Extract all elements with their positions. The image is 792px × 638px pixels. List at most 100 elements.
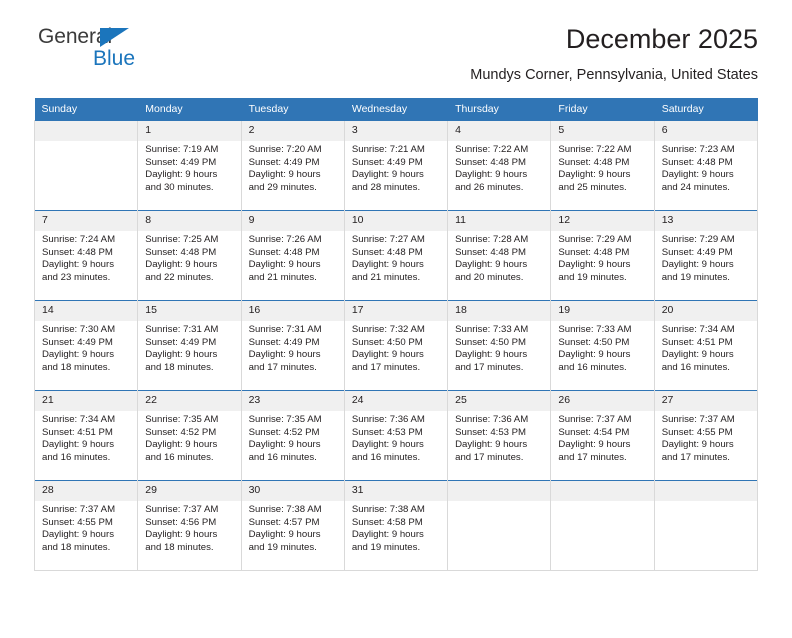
day-number: 3 — [344, 121, 448, 141]
day-number: 5 — [551, 121, 654, 141]
daylight-text-line2: and 19 minutes. — [248, 541, 317, 553]
sunrise-text: Sunrise: 7:33 AM — [455, 324, 529, 335]
sunset-text: Sunset: 4:48 PM — [42, 246, 113, 258]
sunset-text: Sunset: 4:54 PM — [558, 426, 630, 438]
calendar-day-cell[interactable]: 21 Sunrise: 7:34 AM Sunset: 4:51 PM Dayligh… — [33, 390, 139, 481]
day-sun-info: Sunrise: 7:30 AM Sunset: 4:49 PM Daylight:… — [35, 321, 137, 374]
day-number: 28 — [35, 481, 138, 501]
daylight-text-line1: Daylight: 9 hours — [145, 439, 218, 451]
calendar-cell-empty — [550, 480, 655, 571]
sunset-text: Sunset: 4:49 PM — [248, 336, 320, 348]
day-sun-info: Sunrise: 7:21 AM Sunset: 4:49 PM Daylight:… — [345, 141, 447, 194]
calendar-day-cell[interactable]: 26 Sunrise: 7:37 AM Sunset: 4:54 PM Dayligh… — [550, 390, 655, 481]
calendar-body: 1 Sunrise: 7:19 AM Sunset: 4:49 PM Daylight… — [33, 120, 759, 571]
sunset-text: Sunset: 4:49 PM — [661, 246, 733, 258]
day-sun-info: Sunrise: 7:19 AM Sunset: 4:49 PM Daylight:… — [138, 141, 240, 194]
daylight-text-line1: Daylight: 9 hours — [558, 259, 631, 271]
calendar-day-cell[interactable]: 28 Sunrise: 7:37 AM Sunset: 4:55 PM Dayligh… — [33, 480, 139, 571]
sunrise-text: Sunrise: 7:23 AM — [661, 144, 735, 155]
daylight-text-line2: and 19 minutes. — [351, 541, 421, 553]
daylight-text-line2: and 16 minutes. — [42, 451, 111, 463]
sunrise-text: Sunrise: 7:34 AM — [42, 414, 116, 425]
daylight-text-line2: and 22 minutes. — [145, 271, 214, 283]
sunrise-text: Sunrise: 7:30 AM — [42, 324, 116, 335]
calendar-day-cell[interactable]: 17 Sunrise: 7:32 AM Sunset: 4:50 PM Dayligh… — [343, 300, 449, 391]
day-number: 4 — [448, 121, 551, 141]
daylight-text-line2: and 29 minutes. — [248, 181, 317, 193]
sunset-text: Sunset: 4:52 PM — [248, 426, 320, 438]
calendar-day-cell[interactable]: 18 Sunrise: 7:33 AM Sunset: 4:50 PM Dayligh… — [447, 300, 552, 391]
sunrise-text: Sunrise: 7:31 AM — [145, 324, 219, 335]
calendar-day-cell[interactable]: 29 Sunrise: 7:37 AM Sunset: 4:56 PM Dayligh… — [137, 480, 242, 571]
sunrise-text: Sunrise: 7:38 AM — [351, 504, 425, 515]
day-sun-info: Sunrise: 7:38 AM Sunset: 4:58 PM Daylight:… — [345, 501, 447, 554]
daylight-text-line2: and 16 minutes. — [351, 451, 421, 463]
calendar-cell-empty — [33, 120, 139, 211]
sunrise-text: Sunrise: 7:19 AM — [145, 144, 219, 155]
calendar-page: General Blue December 2025 Mundys Corner… — [0, 24, 792, 638]
day-number: 18 — [448, 301, 551, 321]
daylight-text-line1: Daylight: 9 hours — [42, 529, 114, 541]
calendar-day-cell[interactable]: 6 Sunrise: 7:23 AM Sunset: 4:48 PM Daylight… — [653, 120, 759, 211]
calendar-day-cell[interactable]: 1 Sunrise: 7:19 AM Sunset: 4:49 PM Daylight… — [137, 120, 242, 211]
calendar-week-row: 14 Sunrise: 7:30 AM Sunset: 4:49 PM Dayligh… — [33, 300, 759, 391]
calendar-day-cell[interactable]: 23 Sunrise: 7:35 AM Sunset: 4:52 PM Dayligh… — [240, 390, 345, 481]
calendar-day-cell[interactable]: 25 Sunrise: 7:36 AM Sunset: 4:53 PM Dayligh… — [447, 390, 552, 481]
calendar-day-cell[interactable]: 13 Sunrise: 7:29 AM Sunset: 4:49 PM Dayligh… — [653, 210, 759, 301]
day-sun-info: Sunrise: 7:31 AM Sunset: 4:49 PM Daylight:… — [242, 321, 344, 374]
sunrise-text: Sunrise: 7:37 AM — [661, 414, 735, 425]
day-number: 10 — [344, 211, 448, 231]
daylight-text-line2: and 24 minutes. — [661, 181, 730, 193]
calendar-day-cell[interactable]: 12 Sunrise: 7:29 AM Sunset: 4:48 PM Dayligh… — [550, 210, 655, 301]
calendar-day-cell[interactable]: 14 Sunrise: 7:30 AM Sunset: 4:49 PM Dayligh… — [33, 300, 139, 391]
page-header: General Blue December 2025 Mundys Corner… — [34, 24, 758, 98]
daylight-text-line1: Daylight: 9 hours — [558, 169, 631, 181]
daylight-text-line2: and 19 minutes. — [661, 271, 730, 283]
daylight-text-line2: and 23 minutes. — [42, 271, 111, 283]
generalblue-logo[interactable]: General Blue — [34, 26, 204, 82]
calendar-day-cell[interactable]: 8 Sunrise: 7:25 AM Sunset: 4:48 PM Daylight… — [137, 210, 242, 301]
day-number: 1 — [138, 121, 241, 141]
calendar-header-row: Sunday Monday Tuesday Wednesday Thursday… — [34, 98, 759, 121]
day-number — [654, 481, 757, 501]
daylight-text-line2: and 26 minutes. — [455, 181, 524, 193]
calendar-day-cell[interactable]: 19 Sunrise: 7:33 AM Sunset: 4:50 PM Dayligh… — [550, 300, 655, 391]
calendar-day-cell[interactable]: 7 Sunrise: 7:24 AM Sunset: 4:48 PM Daylight… — [33, 210, 139, 301]
day-number: 13 — [654, 211, 757, 231]
calendar-day-cell[interactable]: 16 Sunrise: 7:31 AM Sunset: 4:49 PM Dayligh… — [240, 300, 345, 391]
day-number: 12 — [551, 211, 654, 231]
calendar-day-cell[interactable]: 11 Sunrise: 7:28 AM Sunset: 4:48 PM Dayligh… — [447, 210, 552, 301]
day-sun-info: Sunrise: 7:26 AM Sunset: 4:48 PM Daylight:… — [242, 231, 344, 284]
day-sun-info: Sunrise: 7:34 AM Sunset: 4:51 PM Daylight:… — [35, 411, 137, 464]
calendar-day-cell[interactable]: 3 Sunrise: 7:21 AM Sunset: 4:49 PM Daylight… — [343, 120, 449, 211]
calendar-day-cell[interactable]: 9 Sunrise: 7:26 AM Sunset: 4:48 PM Daylight… — [240, 210, 345, 301]
day-number: 8 — [138, 211, 241, 231]
daylight-text-line1: Daylight: 9 hours — [455, 259, 528, 271]
daylight-text-line2: and 18 minutes. — [145, 361, 214, 373]
calendar-day-cell[interactable]: 5 Sunrise: 7:22 AM Sunset: 4:48 PM Daylight… — [550, 120, 655, 211]
calendar-week-row: 28 Sunrise: 7:37 AM Sunset: 4:55 PM Dayligh… — [33, 480, 759, 571]
calendar-day-cell[interactable]: 24 Sunrise: 7:36 AM Sunset: 4:53 PM Dayligh… — [343, 390, 449, 481]
day-number: 11 — [448, 211, 551, 231]
sunrise-text: Sunrise: 7:24 AM — [42, 234, 116, 245]
calendar-day-cell[interactable]: 30 Sunrise: 7:38 AM Sunset: 4:57 PM Dayligh… — [240, 480, 345, 571]
calendar-day-cell[interactable]: 31 Sunrise: 7:38 AM Sunset: 4:58 PM Dayligh… — [343, 480, 449, 571]
calendar-day-cell[interactable]: 2 Sunrise: 7:20 AM Sunset: 4:49 PM Daylight… — [240, 120, 345, 211]
calendar-day-cell[interactable]: 4 Sunrise: 7:22 AM Sunset: 4:48 PM Daylight… — [447, 120, 552, 211]
daylight-text-line1: Daylight: 9 hours — [661, 259, 734, 271]
sunset-text: Sunset: 4:55 PM — [42, 516, 113, 528]
sunrise-text: Sunrise: 7:37 AM — [42, 504, 116, 515]
day-sun-info: Sunrise: 7:36 AM Sunset: 4:53 PM Daylight:… — [345, 411, 447, 464]
calendar-day-cell[interactable]: 27 Sunrise: 7:37 AM Sunset: 4:55 PM Dayligh… — [653, 390, 759, 481]
sunset-text: Sunset: 4:49 PM — [145, 156, 217, 168]
calendar-day-cell[interactable]: 22 Sunrise: 7:35 AM Sunset: 4:52 PM Dayligh… — [137, 390, 242, 481]
calendar-day-cell[interactable]: 15 Sunrise: 7:31 AM Sunset: 4:49 PM Dayligh… — [137, 300, 242, 391]
page-title: December 2025 — [565, 24, 758, 54]
calendar-day-cell[interactable]: 10 Sunrise: 7:27 AM Sunset: 4:48 PM Dayligh… — [343, 210, 449, 301]
sunset-text: Sunset: 4:48 PM — [455, 156, 527, 168]
day-number: 31 — [344, 481, 448, 501]
day-number: 20 — [654, 301, 757, 321]
calendar-day-cell[interactable]: 20 Sunrise: 7:34 AM Sunset: 4:51 PM Dayligh… — [653, 300, 759, 391]
sunset-text: Sunset: 4:48 PM — [455, 246, 527, 258]
daylight-text-line2: and 18 minutes. — [42, 541, 111, 553]
